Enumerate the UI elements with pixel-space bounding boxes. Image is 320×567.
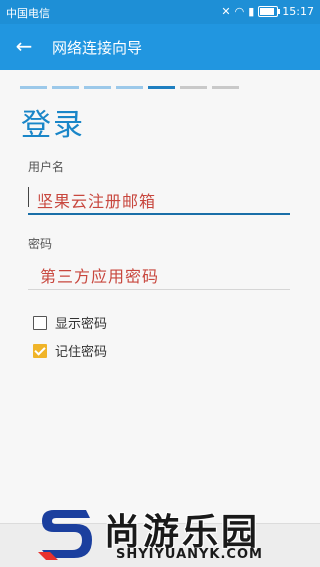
wizard-step-2 (52, 86, 79, 89)
status-bar: 中国电信 ✕ ◠ ▮ 15:17 (0, 0, 320, 24)
watermark-logo-icon (38, 510, 92, 560)
remember-password-checkbox[interactable]: 记住密码 (33, 341, 107, 360)
mute-icon: ✕ (221, 4, 231, 18)
app-title: 网络连接向导 (52, 39, 143, 57)
checkbox-icon (33, 315, 47, 330)
arrow-left-icon: ← (15, 34, 33, 58)
show-password-checkbox[interactable]: 显示密码 (33, 313, 107, 332)
remember-password-label: 记住密码 (55, 345, 108, 360)
status-icons: ✕ ◠ ▮ 15:17 (221, 5, 314, 18)
wizard-step-3 (84, 86, 111, 89)
app-bar: ← 网络连接向导 (0, 24, 320, 70)
watermark-url: SHYIYUANYK.COM (116, 547, 263, 562)
wifi-icon: ◠ (234, 4, 245, 18)
username-value: 坚果云注册邮箱 (37, 192, 157, 211)
clock: 15:17 (282, 5, 314, 18)
battery-icon (258, 6, 281, 17)
password-field[interactable]: 第三方应用密码 (28, 256, 290, 290)
watermark: 尚游乐园 SHYIYUANYK.COM (38, 500, 320, 566)
signal-icon: ▮ (248, 4, 255, 18)
username-field[interactable]: 坚果云注册邮箱 (28, 181, 290, 215)
username-label: 用户名 (28, 160, 65, 174)
battery-fill (260, 8, 275, 15)
wizard-step-7 (212, 86, 239, 89)
wizard-progress (20, 86, 239, 89)
text-cursor (28, 187, 29, 207)
back-button[interactable]: ← (10, 34, 38, 60)
wizard-step-4 (116, 86, 143, 89)
wizard-step-6 (180, 86, 207, 89)
password-underline (28, 289, 290, 290)
wizard-step-1 (20, 86, 47, 89)
checkbox-icon (33, 343, 47, 358)
show-password-label: 显示密码 (55, 317, 108, 332)
password-label: 密码 (28, 237, 53, 251)
username-underline (28, 213, 290, 215)
carrier-label: 中国电信 (6, 7, 50, 20)
password-value: 第三方应用密码 (40, 267, 160, 286)
wizard-step-5 (148, 86, 175, 89)
page-title: 登录 (21, 108, 85, 143)
